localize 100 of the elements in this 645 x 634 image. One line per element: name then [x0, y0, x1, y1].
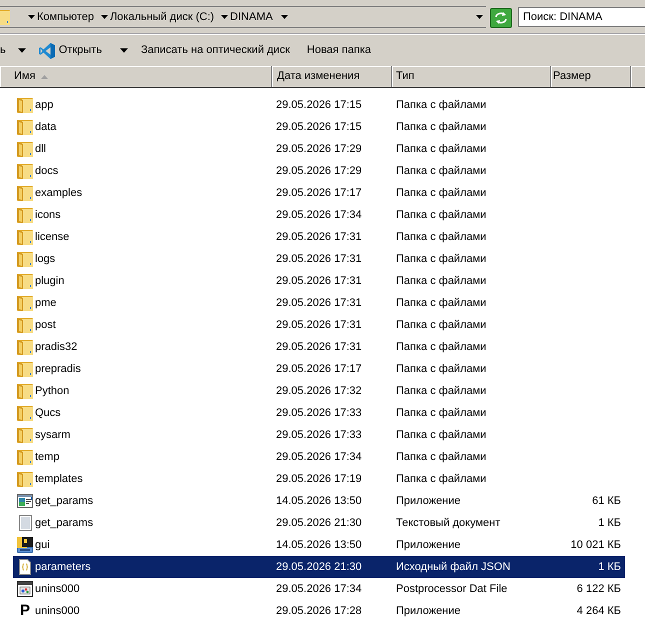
toolbar-button[interactable]: Открыть	[34, 38, 132, 62]
folder-icon	[17, 361, 33, 377]
breadcrumb-link[interactable]: Компьютер	[37, 10, 94, 24]
file-row[interactable]: get_params 29.05.2026 21:30 Текстовый документ 1 КБ	[13, 512, 625, 534]
date-modified: 29.05.2026 17:33	[276, 406, 362, 419]
file-type: Исходный файл JSON	[396, 560, 510, 573]
file-name: logs	[35, 252, 56, 267]
file-size: 61 КБ	[592, 494, 621, 509]
date-modified: 14.05.2026 13:50	[276, 494, 362, 507]
file-name: unins000	[35, 604, 80, 619]
file-size: 10 021 КБ	[570, 538, 621, 553]
date-modified: 29.05.2026 17:31	[276, 340, 362, 353]
file-row[interactable]: docs 29.05.2026 17:29 Папка с файлами	[13, 160, 625, 182]
window-icon	[17, 493, 33, 509]
column-header[interactable]: Имя	[0, 66, 272, 87]
file-name: license	[35, 230, 70, 245]
file-name: docs	[35, 164, 58, 179]
file-row[interactable]: plugin 29.05.2026 17:31 Папка с файлами	[13, 270, 625, 292]
file-row[interactable]: examples 29.05.2026 17:17 Папка с файлами	[13, 182, 625, 204]
file-type: Папка с файлами	[396, 252, 486, 265]
file-row[interactable]: data 29.05.2026 17:15 Папка с файлами	[13, 116, 625, 138]
program-window-icon	[17, 581, 33, 597]
date-modified: 29.05.2026 17:15	[276, 98, 362, 111]
file-row[interactable]: Qucs 29.05.2026 17:33 Папка с файлами	[13, 402, 625, 424]
folder-icon	[0, 9, 10, 25]
file-name: pme	[35, 296, 56, 311]
caret-icon[interactable]	[221, 15, 228, 19]
dropdown-caret-icon[interactable]	[476, 15, 483, 19]
file-row[interactable]: templates 29.05.2026 17:19 Папка с файлами	[13, 468, 625, 490]
file-row[interactable]: parameters 29.05.2026 21:30 Исходный файл JSON 1 КБ	[13, 556, 625, 578]
file-type: Папка с файлами	[396, 362, 486, 375]
file-row[interactable]: icons 29.05.2026 17:34 Папка с файлами	[13, 204, 625, 226]
file-type: Текстовый документ	[396, 516, 500, 529]
date-modified: 29.05.2026 17:31	[276, 230, 362, 243]
file-row[interactable]: sysarm 29.05.2026 17:33 Папка с файлами	[13, 424, 625, 446]
column-header-end	[631, 66, 645, 87]
toolbar-button[interactable]: Записать на оптический диск	[136, 38, 295, 62]
column-header[interactable]: Дата изменения	[272, 66, 392, 87]
file-name: sysarm	[35, 428, 70, 443]
caret-icon[interactable]	[28, 15, 35, 19]
file-row[interactable]: get_params 14.05.2026 13:50 Приложение 61 КБ	[13, 490, 625, 512]
search-field[interactable]: Поиск: DINAMA	[518, 7, 645, 27]
file-type: Папка с файлами	[396, 318, 486, 331]
file-row[interactable]: Python 29.05.2026 17:32 Папка с файлами	[13, 380, 625, 402]
file-name: data	[35, 120, 56, 135]
folder-icon	[17, 185, 33, 201]
date-modified: 29.05.2026 17:28	[276, 604, 362, 617]
caret-icon	[120, 48, 128, 53]
file-row[interactable]: unins000 29.05.2026 17:34 Postprocessor Dat File 6 122 КБ	[13, 578, 625, 600]
file-row[interactable]: pme 29.05.2026 17:31 Папка с файлами	[13, 292, 625, 314]
folder-icon	[17, 229, 33, 245]
text-file-icon	[17, 515, 33, 531]
file-row[interactable]: prepradis 29.05.2026 17:17 Папка с файлами	[13, 358, 625, 380]
file-row[interactable]: temp 29.05.2026 17:34 Папка с файлами	[13, 446, 625, 468]
breadcrumb-link[interactable]: Локальный диск (C:)	[110, 10, 214, 24]
file-type: Приложение	[396, 604, 461, 617]
column-header[interactable]: Размер	[551, 66, 631, 87]
file-type: Приложение	[396, 494, 461, 507]
folder-icon	[17, 141, 33, 157]
file-row[interactable]: logs 29.05.2026 17:31 Папка с файлами	[13, 248, 625, 270]
file-name: examples	[35, 186, 82, 201]
file-row[interactable]: dll 29.05.2026 17:29 Папка с файлами	[13, 138, 625, 160]
file-type: Папка с файлами	[396, 428, 486, 441]
file-type: Папка с файлами	[396, 472, 486, 485]
file-row[interactable]: gui 14.05.2026 13:50 Приложение 10 021 КБ	[13, 534, 625, 556]
file-size: 6 122 КБ	[576, 582, 621, 597]
file-row[interactable]: app 29.05.2026 17:15 Папка с файлами	[13, 94, 625, 116]
editor-logo-icon	[38, 42, 55, 58]
file-type: Postprocessor Dat File	[396, 582, 508, 595]
file-name: get_params	[35, 494, 94, 509]
date-modified: 29.05.2026 21:30	[276, 560, 362, 573]
refresh-icon	[494, 12, 508, 24]
folder-icon	[17, 97, 33, 113]
column-header[interactable]: Тип	[392, 66, 551, 87]
toolbar-button[interactable]: Новая папка	[302, 38, 376, 62]
caret-icon	[18, 48, 26, 53]
file-type: Папка с файлами	[396, 142, 486, 155]
breadcrumb-link[interactable]: DINAMA	[230, 10, 273, 24]
file-name: icons	[35, 208, 61, 223]
file-type: Папка с файлами	[396, 450, 486, 463]
caret-icon[interactable]	[100, 15, 108, 19]
date-modified: 29.05.2026 17:31	[276, 274, 362, 287]
caret-icon[interactable]	[280, 15, 288, 19]
date-modified: 29.05.2026 17:31	[276, 296, 362, 309]
file-row[interactable]: post 29.05.2026 17:31 Папка с файлами	[13, 314, 625, 336]
folder-icon	[17, 119, 33, 135]
folder-icon	[17, 317, 33, 333]
date-modified: 29.05.2026 17:29	[276, 142, 362, 155]
file-type: Папка с файлами	[396, 274, 486, 287]
refresh-button[interactable]	[490, 8, 512, 28]
address-bar[interactable]: Компьютер Локальный диск (C:) DINAMA	[0, 6, 486, 28]
file-size: 1 КБ	[598, 560, 621, 575]
file-row[interactable]: P unins000 29.05.2026 17:28 Приложение 4 264 КБ	[13, 600, 625, 622]
date-modified: 29.05.2026 17:29	[276, 164, 362, 177]
toolbar-button[interactable]: ь	[0, 38, 32, 62]
file-row[interactable]: license 29.05.2026 17:31 Папка с файлами	[13, 226, 625, 248]
app-icon	[17, 537, 33, 553]
folder-icon	[17, 339, 33, 355]
folder-icon	[17, 295, 33, 311]
file-row[interactable]: pradis32 29.05.2026 17:31 Папка с файлами	[13, 336, 625, 358]
